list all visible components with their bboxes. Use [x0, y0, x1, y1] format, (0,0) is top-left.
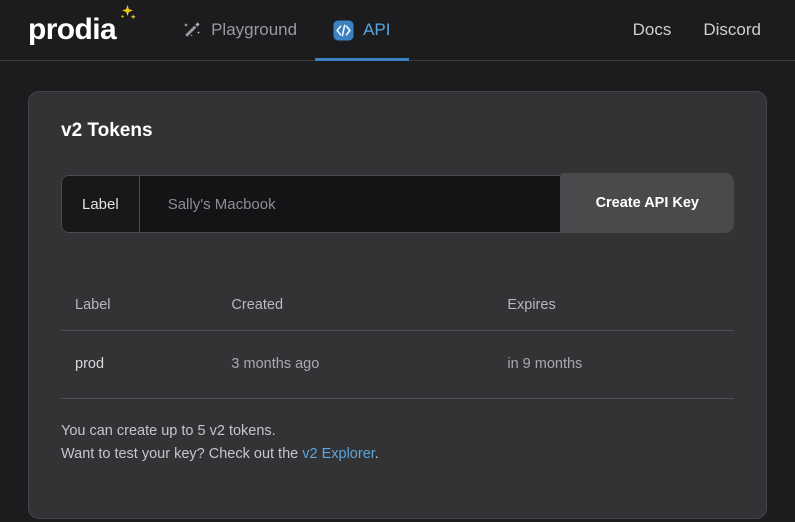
- note-explorer: Want to test your key? Check out the v2 …: [61, 443, 734, 466]
- label-input-group: Label: [61, 175, 561, 233]
- nav-links: Docs Discord: [633, 0, 773, 60]
- page-title: v2 Tokens: [61, 120, 153, 141]
- code-brackets-icon: [333, 20, 354, 41]
- cell-token-expires: in 9 months: [488, 331, 734, 399]
- note-quota: You can create up to 5 v2 tokens.: [61, 423, 276, 439]
- v2-tokens-card: v2 Tokens Label Create API Key Label Cre…: [28, 91, 767, 519]
- column-header-created: Created: [212, 297, 489, 331]
- nav-link-discord[interactable]: Discord: [703, 20, 761, 40]
- token-notes: You can create up to 5 v2 tokens. Want t…: [61, 420, 734, 467]
- brand-wordmark: prodia: [28, 13, 117, 46]
- tab-playground[interactable]: Playground: [164, 0, 315, 60]
- tab-api-label: API: [363, 20, 391, 39]
- tab-api[interactable]: API: [315, 0, 409, 61]
- top-navigation-bar: prodia Playground API Docs Discord: [0, 0, 795, 61]
- tokens-table-body: prod 3 months ago in 9 months: [61, 331, 734, 399]
- create-token-form: Label Create API Key: [61, 173, 734, 233]
- note-explorer-prefix: Want to test your key? Check out the: [61, 446, 303, 463]
- create-api-key-button[interactable]: Create API Key: [560, 173, 734, 233]
- cell-token-created: 3 months ago: [212, 331, 489, 399]
- column-header-expires: Expires: [488, 297, 734, 331]
- magic-wand-icon: [182, 20, 202, 40]
- sparkle-icon: [113, 4, 137, 26]
- label-input-prefix: Label: [62, 176, 140, 232]
- tokens-table: Label Created Expires prod 3 months ago …: [61, 297, 734, 399]
- table-row[interactable]: prod 3 months ago in 9 months: [61, 331, 734, 399]
- cell-token-label: prod: [61, 331, 213, 399]
- label-input[interactable]: [139, 176, 560, 232]
- v2-explorer-link[interactable]: v2 Explorer: [302, 446, 375, 462]
- brand-logo[interactable]: prodia: [28, 0, 137, 60]
- nav-tabs: Playground API: [164, 0, 409, 61]
- note-explorer-suffix: .: [374, 446, 379, 463]
- page-content: v2 Tokens Label Create API Key Label Cre…: [0, 61, 795, 519]
- nav-link-docs[interactable]: Docs: [633, 20, 672, 40]
- tab-playground-label: Playground: [211, 20, 298, 39]
- column-header-label: Label: [61, 297, 213, 331]
- table-header-row: Label Created Expires: [61, 297, 734, 331]
- tokens-table-head: Label Created Expires: [61, 297, 734, 331]
